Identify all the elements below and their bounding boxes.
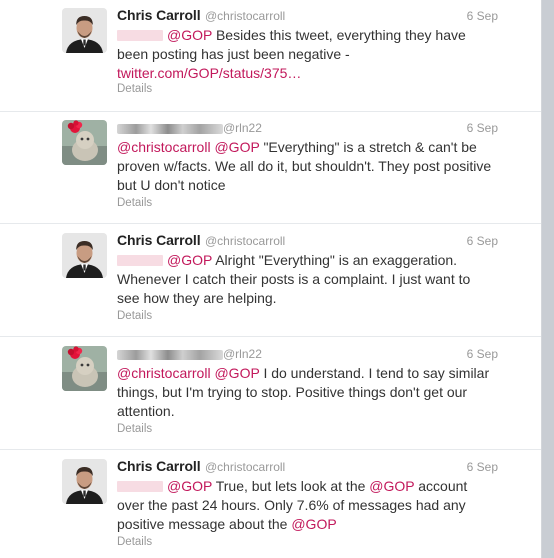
chris-carroll-avatar-image <box>62 233 107 278</box>
mention-link[interactable]: @GOP <box>167 478 212 494</box>
avatar[interactable] <box>62 346 107 391</box>
redacted-mention <box>117 481 163 492</box>
user-name[interactable]: Chris Carroll <box>117 7 201 23</box>
timestamp[interactable]: 6 Sep <box>467 460 498 474</box>
user-handle[interactable]: @rln22 <box>223 347 262 361</box>
user-name[interactable]: Chris Carroll <box>117 232 201 248</box>
tweet-item[interactable]: Chris Carroll @christocarroll 6 Sep @GOP… <box>0 0 541 112</box>
tweet-item[interactable]: @rln22 6 Sep @christocarroll @GOP "Every… <box>0 112 541 224</box>
avatar[interactable] <box>62 120 107 165</box>
mention-link[interactable]: @christocarroll <box>117 139 211 155</box>
mention-link[interactable]: @GOP <box>167 27 212 43</box>
details-link[interactable]: Details <box>117 83 152 95</box>
tweet-text: @GOP Alright "Everything" is an exaggera… <box>117 251 495 308</box>
user-handle[interactable]: @christocarroll <box>205 460 285 474</box>
user-handle[interactable]: @christocarroll <box>205 234 285 248</box>
mention-link[interactable]: @christocarroll <box>117 365 211 381</box>
chris-carroll-avatar-image <box>62 8 107 53</box>
tweet-item[interactable]: Chris Carroll @christocarroll 6 Sep @GOP… <box>0 225 541 337</box>
details-link[interactable]: Details <box>117 536 152 548</box>
timestamp[interactable]: 6 Sep <box>467 234 498 248</box>
timestamp[interactable]: 6 Sep <box>467 121 498 135</box>
mention-link[interactable]: @GOP <box>291 516 336 532</box>
tweet-item[interactable]: Chris Carroll @christocarroll 6 Sep @GOP… <box>0 451 541 558</box>
redacted-user-name <box>117 350 223 360</box>
mention-link[interactable]: @GOP <box>214 139 259 155</box>
avatar[interactable] <box>62 8 107 53</box>
rln22-avatar-image <box>62 120 107 165</box>
user-handle[interactable]: @rln22 <box>223 121 262 135</box>
avatar[interactable] <box>62 233 107 278</box>
status-link[interactable]: twitter.com/GOP/status/375… <box>117 65 301 81</box>
tweet-text: @GOP Besides this tweet, everything they… <box>117 26 495 83</box>
redacted-mention <box>117 255 163 266</box>
details-link[interactable]: Details <box>117 310 152 322</box>
user-name[interactable]: Chris Carroll <box>117 458 201 474</box>
redacted-user-name <box>117 124 223 134</box>
tweet-text: @christocarroll @GOP "Everything" is a s… <box>117 138 495 195</box>
mention-link[interactable]: @GOP <box>214 365 259 381</box>
user-handle[interactable]: @christocarroll <box>205 9 285 23</box>
timestamp[interactable]: 6 Sep <box>467 9 498 23</box>
redacted-mention <box>117 30 163 41</box>
mention-link[interactable]: @GOP <box>369 478 414 494</box>
tweet-item[interactable]: @rln22 6 Sep @christocarroll @GOP I do u… <box>0 338 541 450</box>
tweet-text: @christocarroll @GOP I do understand. I … <box>117 364 495 421</box>
details-link[interactable]: Details <box>117 197 152 209</box>
tweet-body: True, but lets look at the <box>215 478 366 494</box>
tweet-timeline: Chris Carroll @christocarroll 6 Sep @GOP… <box>0 0 542 558</box>
details-link[interactable]: Details <box>117 423 152 435</box>
avatar[interactable] <box>62 459 107 504</box>
chris-carroll-avatar-image <box>62 459 107 504</box>
rln22-avatar-image <box>62 346 107 391</box>
mention-link[interactable]: @GOP <box>167 252 212 268</box>
timestamp[interactable]: 6 Sep <box>467 347 498 361</box>
tweet-text: @GOP True, but lets look at the @GOP acc… <box>117 477 495 534</box>
